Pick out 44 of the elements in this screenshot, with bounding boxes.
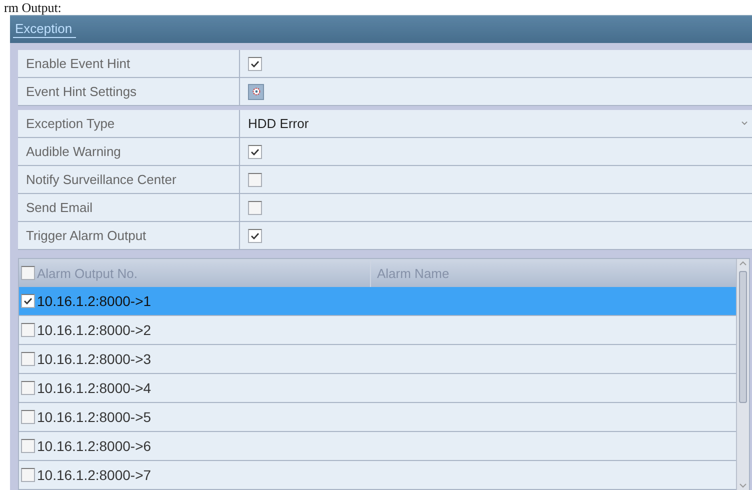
gear-icon xyxy=(250,86,262,97)
table-row[interactable]: 10.16.1.2:8000->5 xyxy=(19,403,736,432)
setting-label: Event Hint Settings xyxy=(18,78,240,105)
table-cell: 10.16.1.2:8000->3 xyxy=(37,351,152,367)
table-row[interactable]: 10.16.1.2:8000->7 xyxy=(19,461,736,490)
check-icon xyxy=(23,296,33,306)
setting-label: Enable Event Hint xyxy=(18,50,240,77)
exception-type-dropdown[interactable]: HDD Error xyxy=(248,110,752,137)
check-icon xyxy=(250,58,260,68)
table-cell: 10.16.1.2:8000->1 xyxy=(37,293,152,309)
checkbox[interactable] xyxy=(248,200,262,214)
checkbox[interactable] xyxy=(21,439,35,453)
table-row[interactable]: 10.16.1.2:8000->3 xyxy=(19,345,736,374)
table-row[interactable]: 10.16.1.2:8000->1 xyxy=(19,287,736,316)
table-cell: 10.16.1.2:8000->4 xyxy=(37,380,152,396)
setting-label: Exception Type xyxy=(18,110,240,137)
setting-label: Send Email xyxy=(18,194,240,221)
checkbox[interactable] xyxy=(21,468,35,482)
check-icon xyxy=(250,230,260,240)
table-cell: 10.16.1.2:8000->5 xyxy=(37,409,152,425)
setting-label: Audible Warning xyxy=(18,138,240,165)
setting-label: Trigger Alarm Output xyxy=(18,222,240,249)
table-row[interactable]: 10.16.1.2:8000->2 xyxy=(19,316,736,345)
select-all-checkbox[interactable] xyxy=(21,266,35,280)
checkbox[interactable] xyxy=(248,228,262,242)
checkbox[interactable] xyxy=(21,294,35,308)
checkbox[interactable] xyxy=(248,172,262,186)
checkbox[interactable] xyxy=(248,144,262,158)
settings-button[interactable] xyxy=(248,84,264,100)
table-cell: 10.16.1.2:8000->7 xyxy=(37,467,152,483)
checkbox[interactable] xyxy=(21,410,35,424)
chevron-down-icon xyxy=(741,121,748,126)
setting-label: Notify Surveillance Center xyxy=(18,166,240,193)
checkbox[interactable] xyxy=(248,56,262,70)
table-cell: 10.16.1.2:8000->6 xyxy=(37,438,152,454)
checkbox[interactable] xyxy=(21,381,35,395)
checkbox[interactable] xyxy=(21,352,35,366)
check-icon xyxy=(250,146,260,156)
scrollbar[interactable] xyxy=(736,259,749,490)
table-row[interactable]: 10.16.1.2:8000->6 xyxy=(19,432,736,461)
caption-text: rm Output: xyxy=(3,0,62,15)
checkbox[interactable] xyxy=(21,323,35,337)
table-cell: 10.16.1.2:8000->2 xyxy=(37,322,152,338)
table-row[interactable]: 10.16.1.2:8000->4 xyxy=(19,374,736,403)
